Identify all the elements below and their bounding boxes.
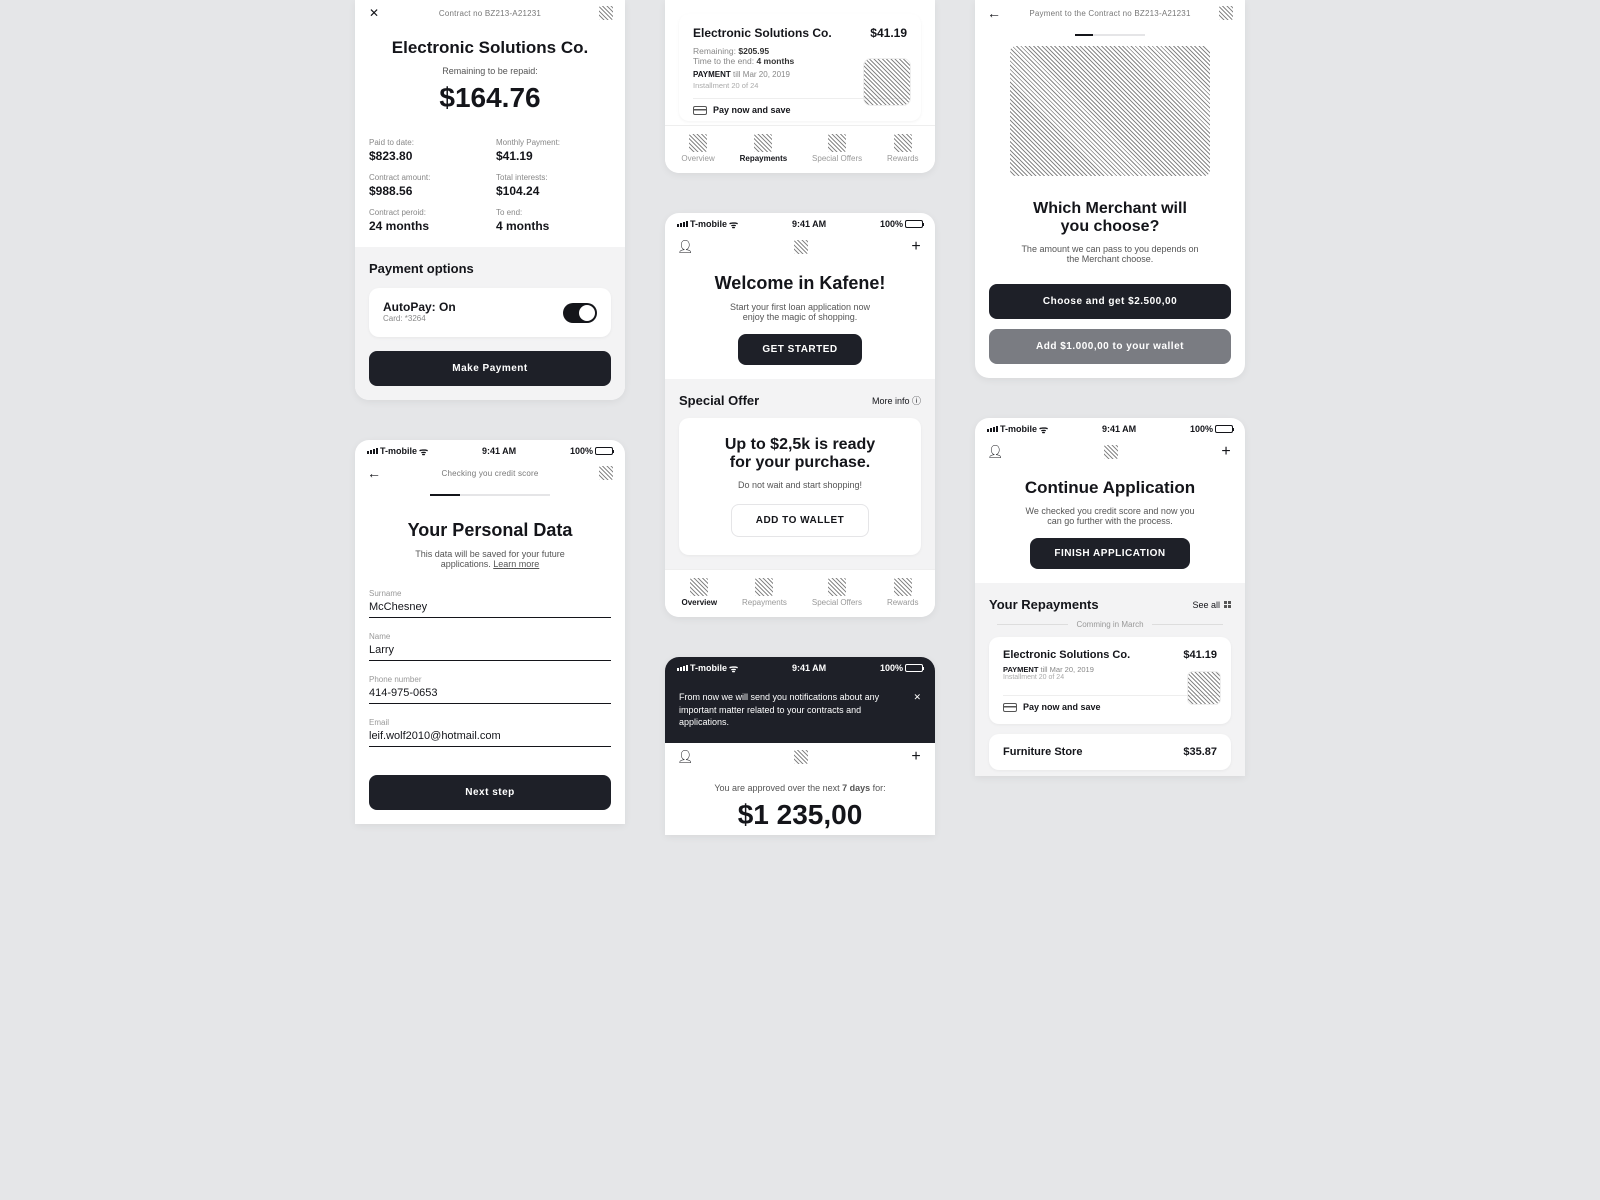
- screen-contract-detail: Contract no BZ213-A21231 Electronic Solu…: [355, 0, 625, 400]
- see-all-link[interactable]: See all: [1192, 600, 1231, 610]
- add-to-wallet-alt-button[interactable]: Add $1.000,00 to your wallet: [989, 329, 1231, 364]
- remaining-amount: $164.76: [369, 82, 611, 114]
- autopay-card[interactable]: AutoPay: On Card: *3264: [369, 288, 611, 337]
- tab-offers[interactable]: Special Offers: [812, 134, 862, 163]
- more-info-link[interactable]: More info ⓘ: [872, 394, 921, 407]
- surname-input[interactable]: McChesney: [369, 601, 611, 618]
- remaining-label: Remaining to be repaid:: [369, 66, 611, 76]
- screen-welcome: T-mobile 9:41 AM 100% 👤︎ Welcome in Kafe…: [665, 213, 935, 617]
- card-icon: [1003, 703, 1017, 712]
- pay-now-link[interactable]: Pay now and save: [713, 105, 791, 115]
- learn-more-link[interactable]: Learn more: [493, 559, 539, 569]
- close-notification[interactable]: [913, 691, 921, 729]
- product-thumb: [863, 58, 911, 106]
- tab-rewards[interactable]: Rewards: [887, 134, 919, 163]
- tab-rewards[interactable]: Rewards: [887, 578, 919, 607]
- logo-icon: [599, 466, 613, 480]
- get-started-button[interactable]: GET STARTED: [738, 334, 861, 365]
- logo-icon: [1219, 6, 1233, 20]
- screen-notification: T-mobile 9:41 AM 100% From now we will s…: [665, 657, 935, 835]
- logo-icon: [794, 240, 808, 254]
- payment-options-title: Payment options: [369, 261, 611, 276]
- phone-input[interactable]: 414-975-0653: [369, 687, 611, 704]
- profile-icon[interactable]: 👤︎: [677, 239, 694, 255]
- add-to-wallet-button[interactable]: ADD TO WALLET: [731, 504, 870, 537]
- add-icon[interactable]: [1219, 445, 1233, 459]
- next-step-button[interactable]: Next step: [369, 775, 611, 810]
- tab-overview[interactable]: Overview: [681, 134, 714, 163]
- make-payment-button[interactable]: Make Payment: [369, 351, 611, 386]
- add-icon[interactable]: [909, 750, 923, 764]
- product-thumb: [1187, 671, 1221, 705]
- contract-number: Contract no BZ213-A21231: [439, 9, 541, 18]
- logo-icon: [1104, 445, 1118, 459]
- notification-banner: From now we will send you notifications …: [665, 677, 935, 743]
- profile-icon[interactable]: 👤︎: [677, 749, 694, 765]
- repayment-item[interactable]: Electronic Solutions Co.$41.19 PAYMENT t…: [989, 637, 1231, 724]
- grid-icon: [1224, 601, 1231, 608]
- tab-overview[interactable]: Overview: [681, 578, 717, 607]
- tab-repayments[interactable]: Repayments: [742, 578, 787, 607]
- back-icon[interactable]: [367, 466, 381, 480]
- repayment-item[interactable]: Furniture Store $35.87: [989, 734, 1231, 770]
- tab-repayments[interactable]: Repayments: [740, 134, 788, 163]
- logo-icon: [794, 750, 808, 764]
- screen-personal-data: T-mobile 9:41 AM 100% Checking you credi…: [355, 440, 625, 824]
- screen-repayment-card: Electronic Solutions Co. $41.19 Remainin…: [665, 0, 935, 173]
- card-icon: [693, 106, 707, 115]
- add-icon[interactable]: [909, 240, 923, 254]
- back-icon[interactable]: [987, 6, 1001, 20]
- tab-offers[interactable]: Special Offers: [812, 578, 862, 607]
- autopay-toggle[interactable]: [563, 303, 597, 323]
- choose-merchant-button[interactable]: Choose and get $2.500,00: [989, 284, 1231, 319]
- logo-icon: [599, 6, 613, 20]
- progress-bar: [1075, 34, 1145, 36]
- close-icon[interactable]: [367, 6, 381, 20]
- email-input[interactable]: leif.wolf2010@hotmail.com: [369, 730, 611, 747]
- illustration: [1010, 46, 1210, 176]
- progress-bar: [430, 494, 550, 496]
- finish-application-button[interactable]: FINISH APPLICATION: [1030, 538, 1189, 569]
- profile-icon[interactable]: 👤︎: [987, 444, 1004, 460]
- screen-merchant-choice: Payment to the Contract no BZ213-A21231 …: [975, 0, 1245, 378]
- name-input[interactable]: Larry: [369, 644, 611, 661]
- screen-continue-app: T-mobile 9:41 AM 100% 👤︎ Continue Applic…: [975, 418, 1245, 776]
- approved-amount: $1 235,00: [679, 799, 921, 831]
- company-name: Electronic Solutions Co.: [369, 38, 611, 58]
